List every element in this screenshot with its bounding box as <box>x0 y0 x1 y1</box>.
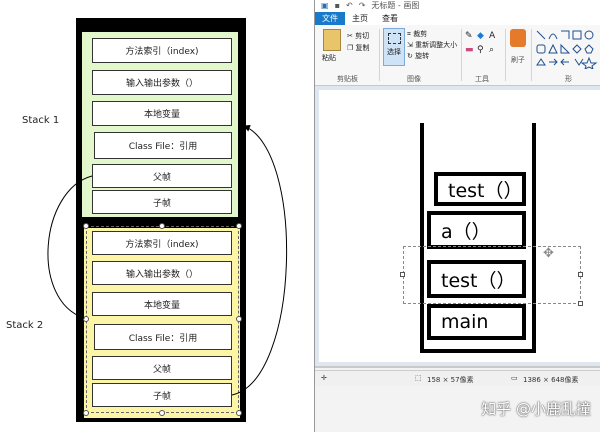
selection-icon: ⬚ <box>415 374 422 382</box>
copy-button[interactable]: ❐ 复制 <box>347 43 370 53</box>
child-frame-arrow <box>231 124 288 396</box>
shapes-group-label: 形 <box>565 75 572 83</box>
tab-view[interactable]: 查看 <box>375 12 405 25</box>
diagram-canvas: Stack 1 Stack 2 方法索引（index) 输入输出参数（） 本地变… <box>0 0 310 432</box>
pencil-icon[interactable]: ✎ <box>465 31 473 41</box>
canvas-selection-rect[interactable] <box>403 246 581 304</box>
move-icon: ✛ <box>321 374 327 382</box>
connector-arrows <box>47 124 288 396</box>
status-bar: ✛ ⬚ 158 × 57像素 ▭ 1386 × 648像素 <box>315 370 600 387</box>
brushes-button[interactable]: 刷子 <box>511 55 525 65</box>
ribbon-separator <box>531 29 532 81</box>
frame-main[interactable]: main <box>427 304 526 340</box>
title-bar: ▣ ▪ ↶ ↷ 无标题 - 画图 <box>315 0 600 11</box>
select-icon <box>388 33 401 44</box>
rotate-icon: ↻ <box>407 52 413 60</box>
select-button[interactable]: 选择 <box>383 28 405 66</box>
ribbon-separator <box>379 29 380 81</box>
crop-icon: ⌗ <box>407 30 411 38</box>
canvas-area: test（） a（） test（） main ✥ <box>315 86 600 368</box>
ribbon-separator <box>505 29 506 81</box>
resize-button[interactable]: ⇲ 重新调整大小 <box>407 40 457 50</box>
cut-icon: ✂ <box>347 32 353 40</box>
resize-icon: ⇲ <box>407 41 413 49</box>
canvas-size: 1386 × 648像素 <box>523 376 579 384</box>
selection-handle-right[interactable] <box>578 272 583 277</box>
brush-icon[interactable] <box>510 29 526 47</box>
text-tool-icon[interactable]: A <box>489 31 495 41</box>
image-group-label: 图像 <box>407 75 421 83</box>
clipboard-group-label: 剪贴板 <box>337 75 358 83</box>
selection-handle-left[interactable] <box>400 272 405 277</box>
color-picker-icon[interactable]: ⚲ <box>477 45 484 55</box>
save-icon[interactable]: ▪ <box>335 1 340 10</box>
desktop-strip: 知乎 @小鹿乱撞 <box>315 386 600 432</box>
window-title: 无标题 - 画图 <box>371 1 420 10</box>
tab-home[interactable]: 主页 <box>345 12 375 25</box>
select-label: 选择 <box>387 48 401 56</box>
crop-label: 裁剪 <box>413 30 428 38</box>
paint-app-icon: ▣ <box>321 1 329 10</box>
fill-icon[interactable]: ◆ <box>477 31 484 41</box>
undo-icon[interactable]: ↶ <box>346 1 353 10</box>
cut-label: 剪切 <box>355 32 370 40</box>
parent-frame-arrow <box>47 175 93 320</box>
selection-size: 158 × 57像素 <box>427 376 474 384</box>
frame-test-top[interactable]: test（） <box>434 172 526 206</box>
drawing-canvas[interactable]: test（） a（） test（） main ✥ <box>319 90 600 362</box>
rotate-label: 旋转 <box>415 52 430 60</box>
eraser-icon[interactable]: ▬ <box>465 45 474 55</box>
redo-icon[interactable]: ↷ <box>359 1 366 10</box>
ribbon-separator <box>461 29 462 81</box>
selection-handle-br[interactable] <box>578 301 583 306</box>
shapes-gallery[interactable] <box>535 29 599 69</box>
tools-group-label: 工具 <box>475 75 489 83</box>
stack-right-wall <box>532 123 536 353</box>
copy-icon: ❐ <box>347 44 354 52</box>
cut-button[interactable]: ✂ 剪切 <box>347 31 369 41</box>
watermark-text: 知乎 @小鹿乱撞 <box>481 400 591 418</box>
paint-window: ▣ ▪ ↶ ↷ 无标题 - 画图 文件 主页 查看 粘贴 ✂ 剪切 ❐ 复制 剪… <box>314 0 600 432</box>
horizontal-scrollbar[interactable] <box>315 366 600 368</box>
rotate-button[interactable]: ↻ 旋转 <box>407 51 429 61</box>
frame-a[interactable]: a（） <box>427 211 526 249</box>
paste-icon[interactable] <box>323 29 341 51</box>
move-cursor-icon: ✥ <box>543 246 554 261</box>
paste-button[interactable]: 粘贴 <box>322 53 336 63</box>
canvas-size-icon: ▭ <box>511 374 518 382</box>
stack-bottom-wall <box>420 349 536 353</box>
crop-button[interactable]: ⌗ 裁剪 <box>407 29 427 39</box>
magnifier-icon[interactable]: ⌕ <box>489 45 494 55</box>
tab-file[interactable]: 文件 <box>315 11 345 25</box>
ribbon-tabs: 文件 主页 查看 <box>315 11 600 26</box>
stack-left-wall <box>420 123 424 353</box>
resize-label: 重新调整大小 <box>415 41 458 49</box>
ribbon: 粘贴 ✂ 剪切 ❐ 复制 剪贴板 选择 ⌗ 裁剪 ⇲ 重新调整大小 ↻ 旋转 图… <box>315 25 600 86</box>
copy-label: 复制 <box>355 44 370 52</box>
